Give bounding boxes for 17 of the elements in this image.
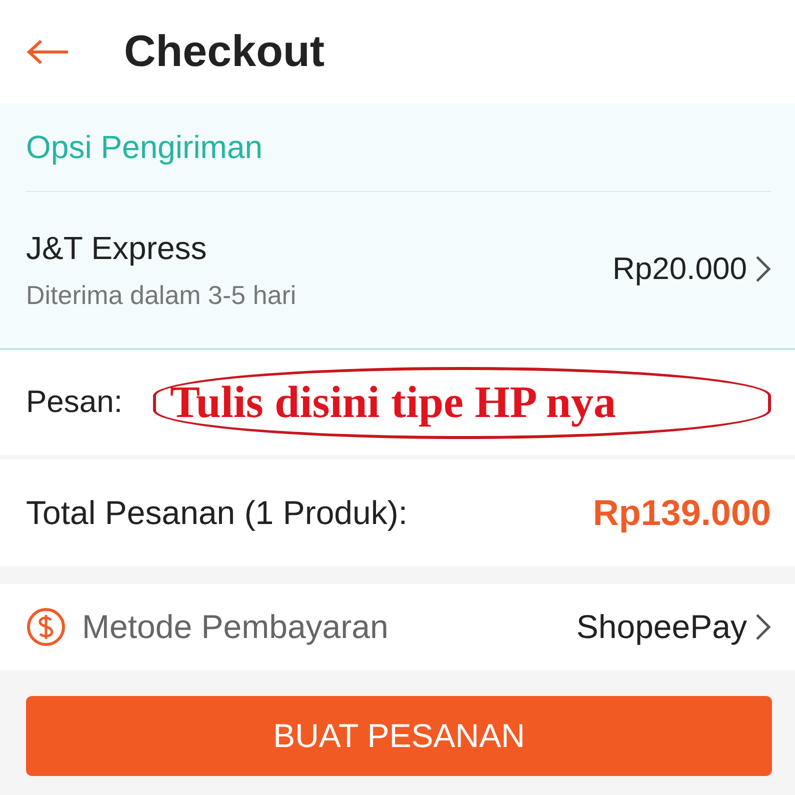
shipping-option[interactable]: J&T Express Diterima dalam 3-5 hari Rp20.000 (26, 192, 771, 346)
payment-label: Metode Pembayaran (82, 607, 388, 648)
payment-method-row[interactable]: Metode Pembayaran ShopeePay (0, 584, 795, 670)
shipping-price: Rp20.000 (612, 250, 747, 288)
chevron-icon (755, 613, 771, 641)
total-label: Total Pesanan (1 Produk): (26, 492, 408, 533)
payment-value: ShopeePay (576, 607, 747, 648)
section-title: Opsi Pengiriman (26, 103, 771, 192)
delivery-estimate: Diterima dalam 3-5 hari (26, 278, 296, 312)
courier-name: J&T Express (26, 228, 208, 268)
back-arrow-icon[interactable] (26, 38, 70, 64)
page-title: Checkout (124, 26, 324, 78)
message-label: Pesan: (26, 383, 124, 422)
annotation-note: Tulis disini tipe HP nya (153, 366, 771, 438)
total-amount: Rp139.000 (592, 490, 771, 534)
dollar-coin-icon (26, 607, 66, 647)
chevron-icon (755, 255, 771, 283)
